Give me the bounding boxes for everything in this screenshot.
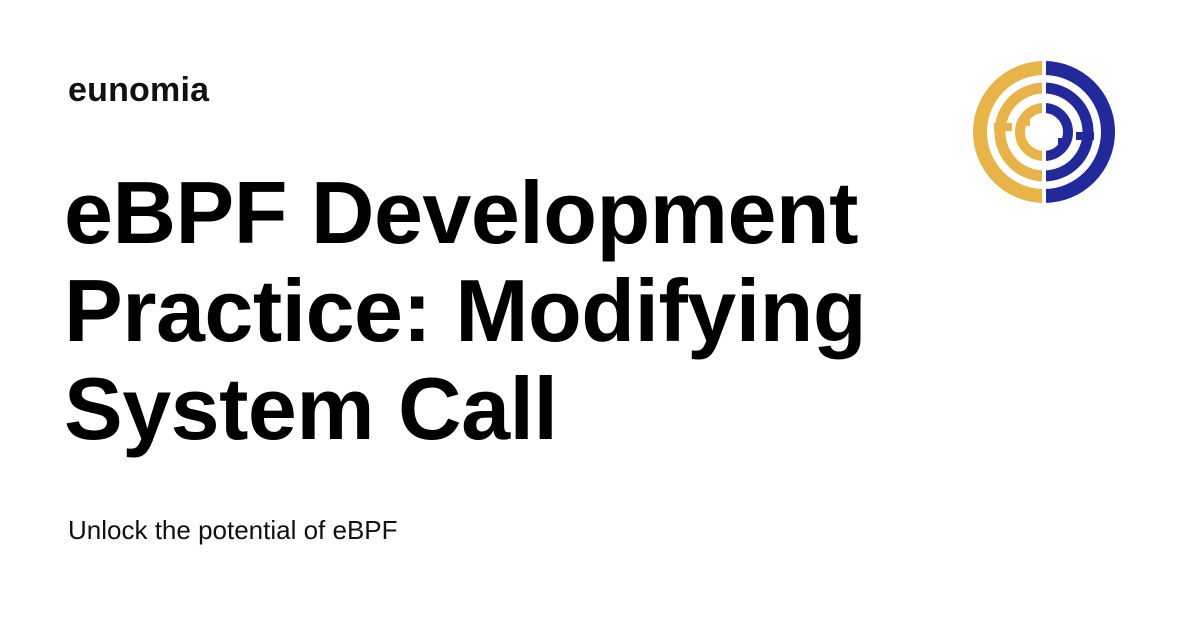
site-name: eunomia [68, 71, 210, 109]
page-title: eBPF Development Practice: Modifying Sys… [64, 163, 867, 458]
eunomia-logo-icon [973, 60, 1115, 204]
social-preview-card: eunomia eBPF Development Practice: Modif… [0, 0, 1200, 630]
page-subtitle: Unlock the potential of eBPF [68, 515, 398, 545]
